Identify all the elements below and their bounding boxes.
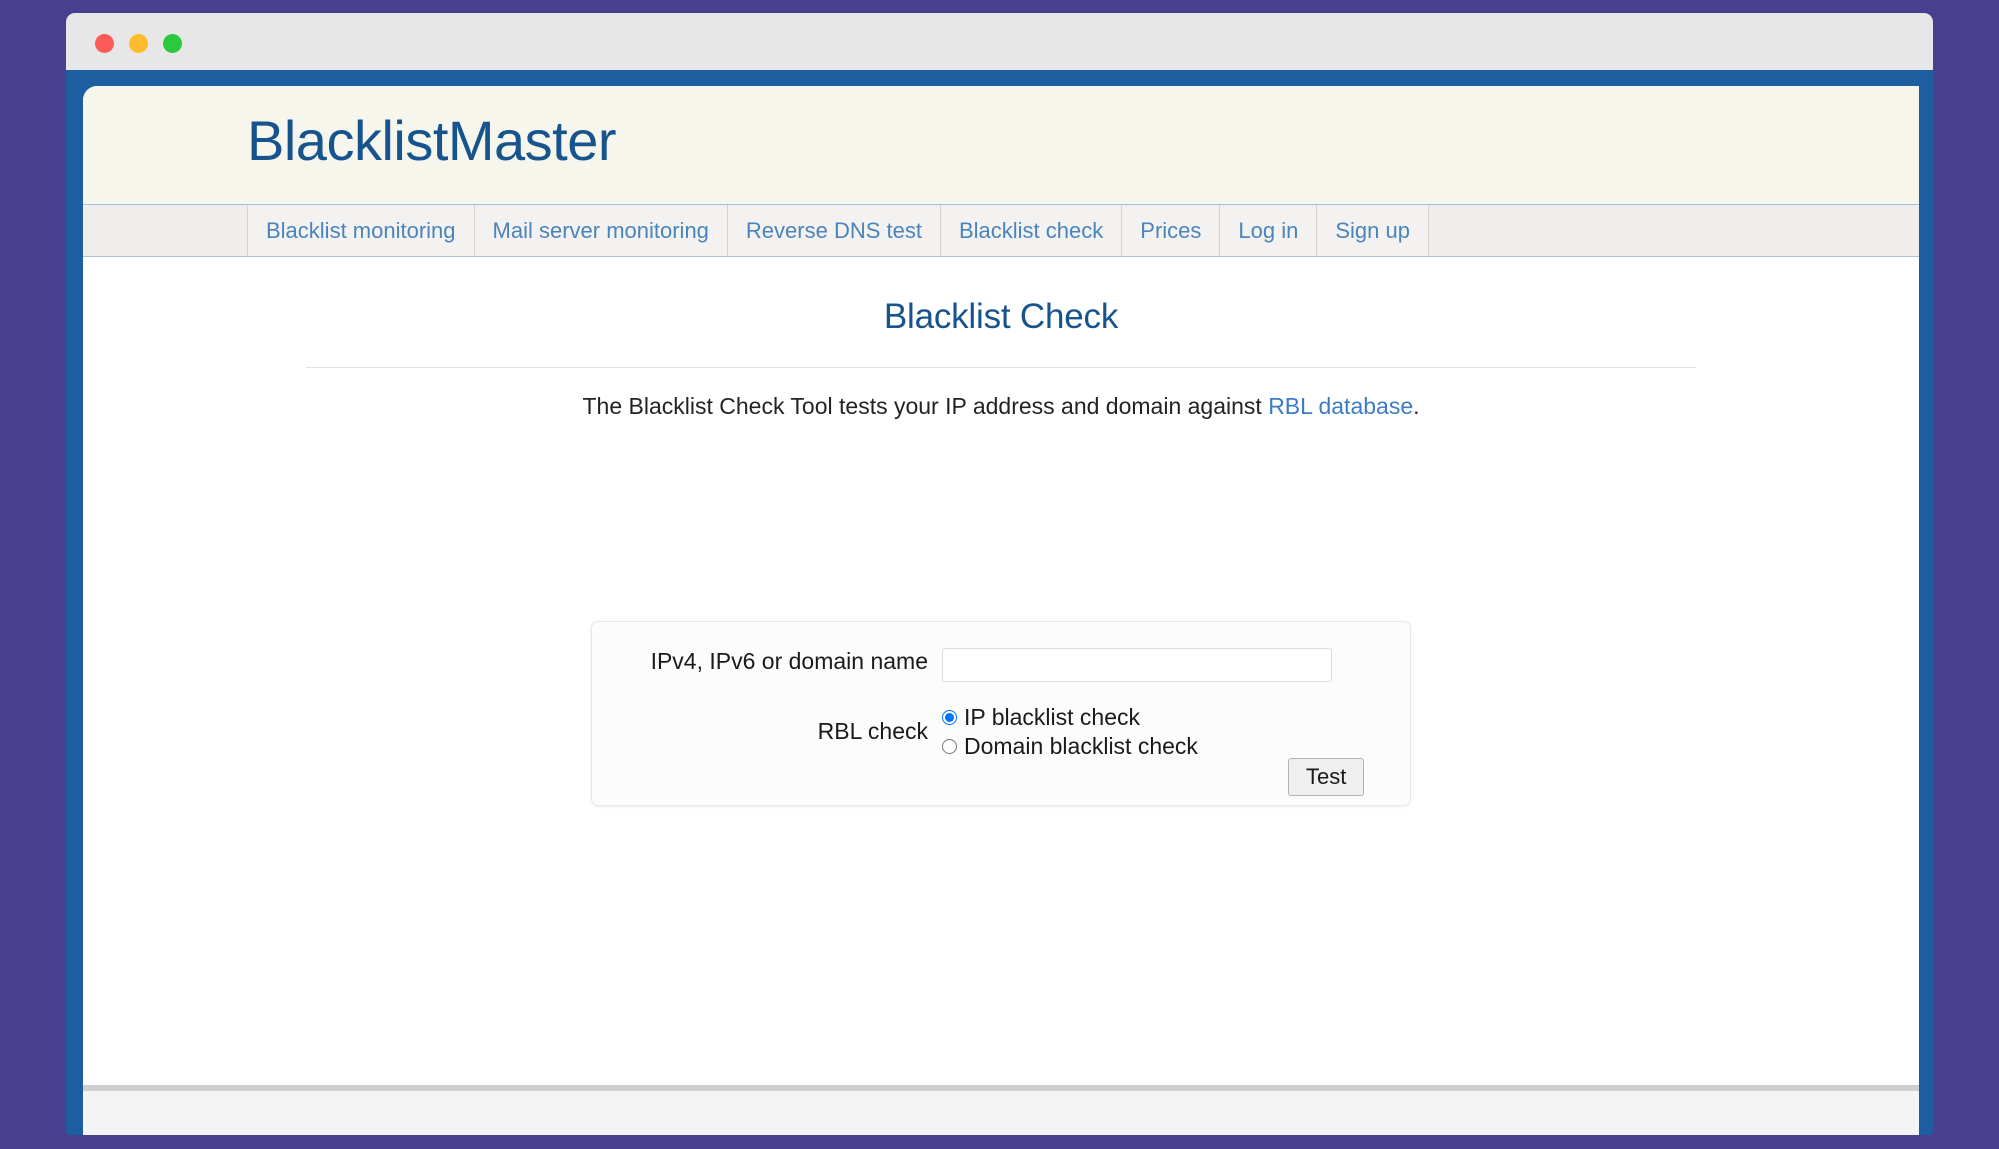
window-controls	[95, 34, 182, 53]
rbl-check-row: RBL check IP blacklist check Domain blac…	[592, 702, 1410, 760]
nav-item-log-in[interactable]: Log in	[1219, 205, 1317, 256]
host-input[interactable]	[942, 648, 1332, 682]
host-input-label: IPv4, IPv6 or domain name	[650, 648, 928, 674]
radio-domain-blacklist-check[interactable]	[942, 739, 957, 754]
rbl-radio-group: IP blacklist check Domain blacklist chec…	[942, 702, 1198, 760]
site-footer	[83, 1085, 1919, 1135]
browser-titlebar	[66, 13, 1933, 70]
radio-option-domain-blacklist-check[interactable]: Domain blacklist check	[942, 733, 1198, 760]
intro-prefix-text: The Blacklist Check Tool tests your IP a…	[582, 393, 1269, 419]
rbl-check-label: RBL check	[817, 718, 928, 744]
host-input-row: IPv4, IPv6 or domain name	[592, 648, 1410, 682]
browser-window: BlacklistMaster Blacklist monitoring Mai…	[66, 13, 1933, 1135]
nav-item-blacklist-check[interactable]: Blacklist check	[939, 205, 1122, 256]
nav-item-prices[interactable]: Prices	[1121, 205, 1220, 256]
intro-description: The Blacklist Check Tool tests your IP a…	[83, 393, 1919, 420]
main-content: Blacklist Check The Blacklist Check Tool…	[83, 257, 1919, 1135]
nav-item-mail-server-monitoring[interactable]: Mail server monitoring	[473, 205, 727, 256]
test-submit-button[interactable]: Test	[1288, 758, 1365, 796]
intro-suffix-text: .	[1413, 393, 1420, 419]
page-viewport: BlacklistMaster Blacklist monitoring Mai…	[83, 86, 1919, 1135]
nav-item-sign-up[interactable]: Sign up	[1316, 205, 1429, 256]
maximize-window-icon[interactable]	[163, 34, 182, 53]
radio-ip-blacklist-check[interactable]	[942, 710, 957, 725]
browser-chrome-frame: BlacklistMaster Blacklist monitoring Mai…	[66, 70, 1933, 1135]
nav-item-reverse-dns-test[interactable]: Reverse DNS test	[726, 205, 940, 256]
title-divider	[306, 367, 1696, 368]
nav-item-blacklist-monitoring[interactable]: Blacklist monitoring	[247, 205, 474, 256]
page-title: Blacklist Check	[883, 297, 1119, 336]
radio-option-ip-blacklist-check[interactable]: IP blacklist check	[942, 704, 1198, 731]
blacklist-check-form: IPv4, IPv6 or domain name RBL check IP b…	[591, 621, 1411, 806]
site-header: BlacklistMaster	[83, 86, 1919, 205]
close-window-icon[interactable]	[95, 34, 114, 53]
main-navigation: Blacklist monitoring Mail server monitor…	[83, 205, 1919, 257]
rbl-database-link[interactable]: RBL database	[1268, 393, 1413, 419]
site-logo[interactable]: BlacklistMaster	[247, 108, 617, 173]
radio-label-domain-blacklist-check: Domain blacklist check	[964, 733, 1198, 759]
minimize-window-icon[interactable]	[129, 34, 148, 53]
radio-label-ip-blacklist-check: IP blacklist check	[964, 704, 1140, 730]
